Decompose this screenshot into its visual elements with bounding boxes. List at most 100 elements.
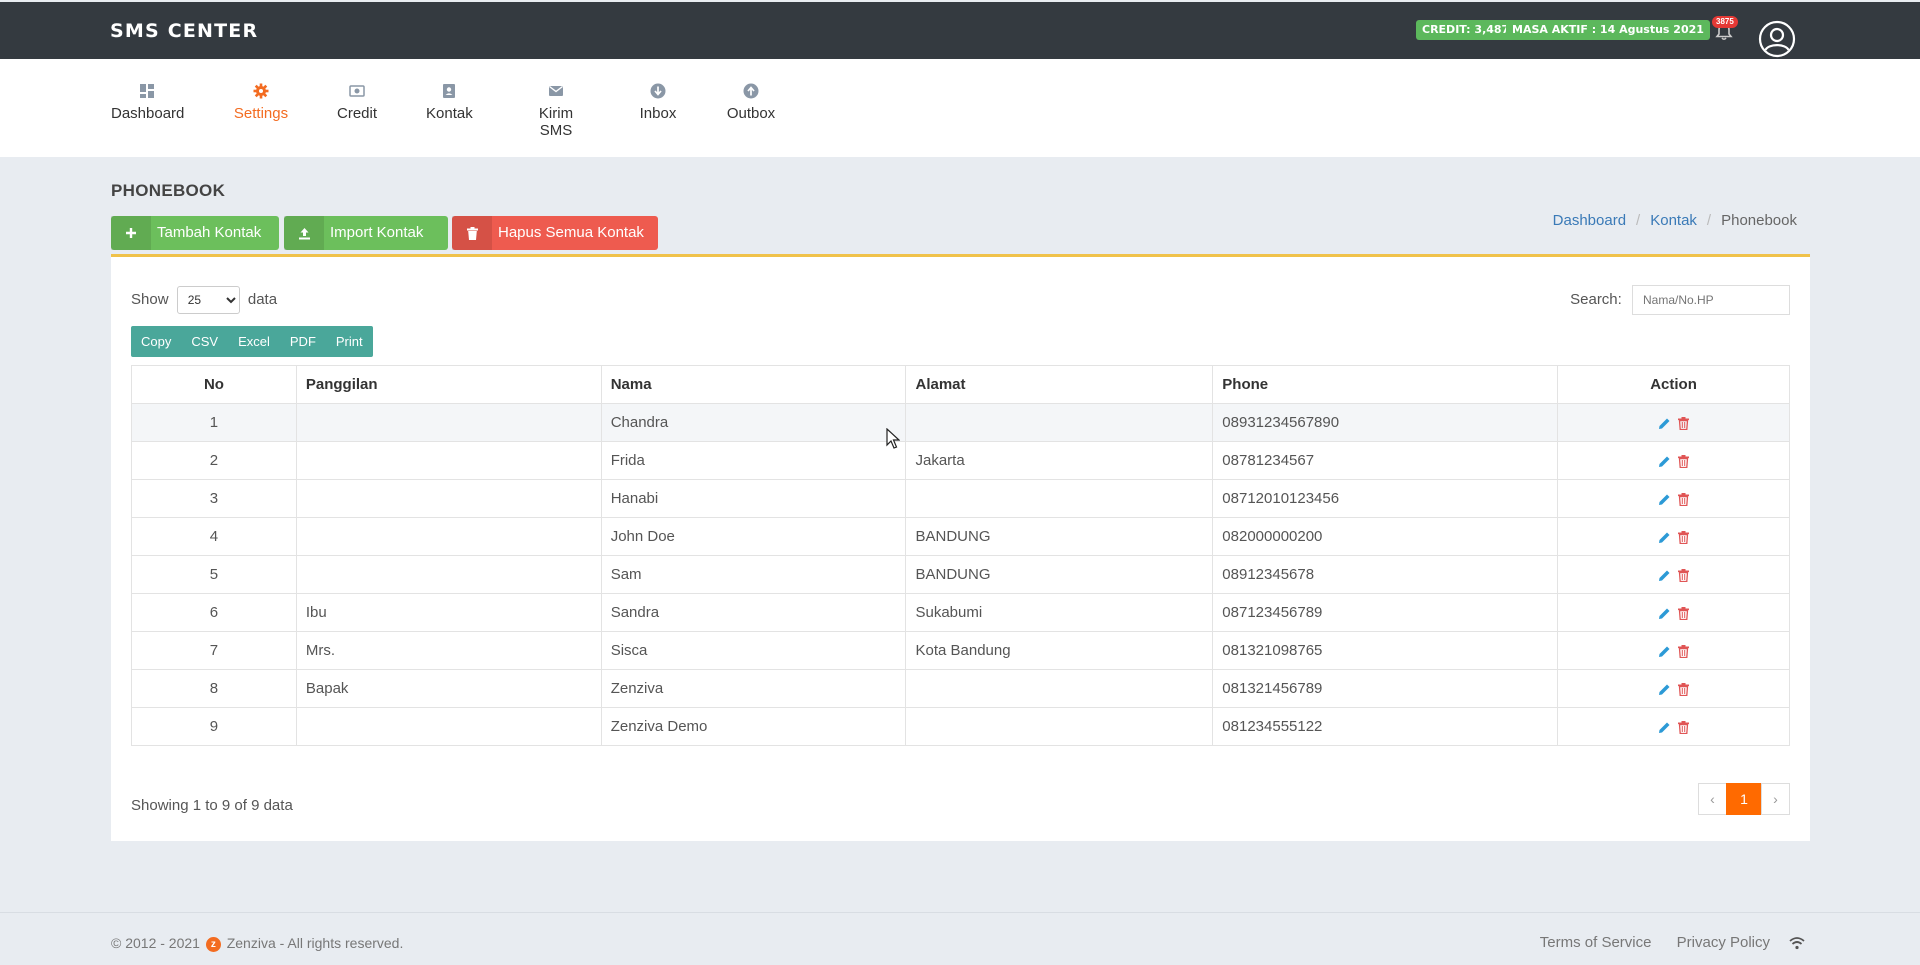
edit-pencil-icon[interactable] [1658, 417, 1671, 430]
search-input[interactable] [1632, 285, 1790, 315]
excel-button[interactable]: Excel [228, 326, 280, 357]
footer: © 2012 - 2021 z Zenziva - All rights res… [0, 912, 1920, 965]
delete-trash-icon[interactable] [1677, 492, 1690, 506]
copyright-prefix: © 2012 - 2021 [111, 935, 200, 951]
cell-phone: 082000000200 [1212, 517, 1559, 556]
column-header-alamat[interactable]: Alamat [905, 365, 1214, 404]
cell-action [1557, 517, 1790, 556]
delete-trash-icon[interactable] [1677, 644, 1690, 658]
cell-phone: 08912345678 [1212, 555, 1559, 594]
cell-panggilan [295, 707, 602, 746]
nav-label: Settings [233, 105, 289, 122]
column-header-panggilan[interactable]: Panggilan [295, 365, 602, 404]
delete-trash-icon[interactable] [1677, 720, 1690, 734]
delete-trash-icon[interactable] [1677, 416, 1690, 430]
cell-panggilan: Mrs. [295, 631, 602, 670]
previous-page-button[interactable]: ‹ [1698, 783, 1727, 815]
table-header-row: No Panggilan Nama Alamat Phone Action [131, 365, 1790, 404]
pagination: ‹ 1 › [1698, 783, 1790, 815]
breadcrumb-kontak[interactable]: Kontak [1650, 212, 1697, 229]
cell-alamat: Kota Bandung [905, 631, 1214, 670]
edit-pencil-icon[interactable] [1658, 569, 1671, 582]
edit-pencil-icon[interactable] [1658, 455, 1671, 468]
cell-no: 5 [131, 555, 297, 594]
cell-action [1557, 707, 1790, 746]
cell-alamat: Sukabumi [905, 593, 1214, 632]
edit-pencil-icon[interactable] [1658, 645, 1671, 658]
arrow-down-circle-icon [650, 83, 666, 99]
privacy-policy-link[interactable]: Privacy Policy [1677, 934, 1770, 951]
nav-kirim-sms[interactable]: Kirim SMS [522, 83, 590, 139]
cell-panggilan: Bapak [295, 669, 602, 708]
active-period-badge: MASA AKTIF : 14 Agustus 2021 [1506, 20, 1710, 40]
cell-action [1557, 669, 1790, 708]
cell-alamat [905, 669, 1214, 708]
cell-no: 4 [131, 517, 297, 556]
cell-phone: 081234555122 [1212, 707, 1559, 746]
cell-phone: 08712010123456 [1212, 479, 1559, 518]
edit-pencil-icon[interactable] [1658, 721, 1671, 734]
search-control: Search: [1570, 285, 1790, 315]
delete-trash-icon[interactable] [1677, 454, 1690, 468]
delete-trash-icon[interactable] [1677, 682, 1690, 696]
cell-nama: Sisca [600, 631, 907, 670]
cell-nama: Sandra [600, 593, 907, 632]
nav-inbox[interactable]: Inbox [638, 83, 678, 122]
cell-phone: 087123456789 [1212, 593, 1559, 632]
nav-settings[interactable]: Settings [233, 83, 289, 122]
nav-label: Kontak [426, 105, 473, 122]
nav-kontak[interactable]: Kontak [426, 83, 473, 122]
cell-action [1557, 593, 1790, 632]
breadcrumb-separator: / [1706, 212, 1712, 229]
page-length-select[interactable]: 25 [176, 286, 240, 314]
breadcrumb-dashboard[interactable]: Dashboard [1553, 212, 1626, 229]
column-header-action: Action [1557, 365, 1790, 404]
edit-pencil-icon[interactable] [1658, 683, 1671, 696]
edit-pencil-icon[interactable] [1658, 493, 1671, 506]
page-button-current[interactable]: 1 [1726, 783, 1762, 815]
delete-all-contacts-button[interactable]: Hapus Semua Kontak [452, 216, 658, 250]
show-label: Show [131, 290, 169, 308]
add-contact-button[interactable]: Tambah Kontak [111, 216, 279, 250]
column-header-nama[interactable]: Nama [600, 365, 907, 404]
edit-pencil-icon[interactable] [1658, 531, 1671, 544]
column-header-no[interactable]: No [131, 365, 297, 404]
delete-trash-icon[interactable] [1677, 606, 1690, 620]
edit-pencil-icon[interactable] [1658, 607, 1671, 620]
pdf-button[interactable]: PDF [280, 326, 326, 357]
cell-no: 1 [131, 403, 297, 442]
delete-trash-icon[interactable] [1677, 568, 1690, 582]
terms-of-service-link[interactable]: Terms of Service [1540, 934, 1652, 951]
cell-no: 3 [131, 479, 297, 518]
copy-button[interactable]: Copy [131, 326, 181, 357]
brand-title[interactable]: SMS CENTER [110, 20, 258, 42]
cell-panggilan [295, 479, 602, 518]
nav-label: Kirim SMS [538, 105, 574, 139]
cell-panggilan [295, 555, 602, 594]
import-contact-button[interactable]: Import Kontak [284, 216, 448, 250]
print-button[interactable]: Print [326, 326, 373, 357]
user-avatar-icon[interactable] [1758, 20, 1796, 58]
cell-no: 6 [131, 593, 297, 632]
cell-nama: Zenziva [600, 669, 907, 708]
next-page-button[interactable]: › [1761, 783, 1790, 815]
footer-brand[interactable]: Zenziva [227, 935, 276, 951]
phonebook-panel: Show 25 data Search: Copy CSV Excel PDF … [111, 254, 1810, 841]
column-header-phone[interactable]: Phone [1212, 365, 1559, 404]
cell-nama: John Doe [600, 517, 907, 556]
nav-dashboard[interactable]: Dashboard [111, 83, 184, 122]
nav-outbox[interactable]: Outbox [726, 83, 776, 122]
table-row: 1 Chandra 08931234567890 [131, 403, 1790, 442]
plus-icon [111, 216, 151, 250]
delete-trash-icon[interactable] [1677, 530, 1690, 544]
import-contact-label: Import Kontak [330, 224, 424, 241]
table-row: 7 Mrs. Sisca Kota Bandung 081321098765 [131, 631, 1790, 670]
search-label: Search: [1570, 290, 1622, 308]
csv-button[interactable]: CSV [181, 326, 228, 357]
cell-alamat [905, 403, 1214, 442]
page-length-control: Show 25 data [131, 286, 277, 314]
nav-credit[interactable]: Credit [337, 83, 377, 122]
cell-no: 2 [131, 441, 297, 480]
nav-label: Outbox [726, 105, 776, 122]
delete-all-label: Hapus Semua Kontak [498, 224, 644, 241]
